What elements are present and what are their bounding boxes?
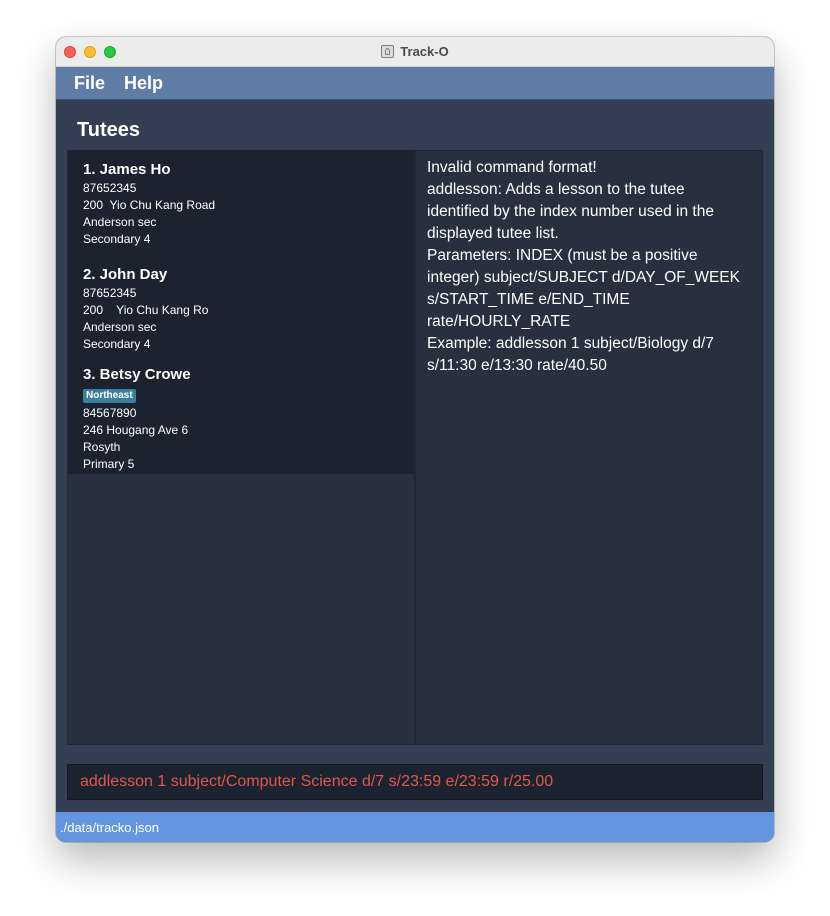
tutee-name: 2. John Day bbox=[83, 266, 168, 283]
window-title: Track-O bbox=[400, 44, 449, 59]
tutee-phone: 87652345 bbox=[83, 181, 137, 195]
tutee-address: 200 Yio Chu Kang Road bbox=[83, 198, 216, 212]
data-file-path: ./data/tracko.json bbox=[60, 820, 159, 835]
status-bar: ./data/tracko.json bbox=[56, 812, 774, 842]
tutee-phone: 84567890 bbox=[83, 406, 137, 420]
menu-help[interactable]: Help bbox=[124, 73, 163, 94]
tutee-address: 200 Yio Chu Kang Ro bbox=[83, 303, 209, 317]
tutees-section-title: Tutees bbox=[77, 119, 140, 141]
tutee-school: Anderson sec bbox=[83, 215, 157, 229]
title-bar[interactable]: Track-O bbox=[56, 37, 774, 67]
menu-file[interactable]: File bbox=[74, 73, 105, 94]
result-display-panel[interactable]: Invalid command format! addlesson: Adds … bbox=[415, 150, 763, 745]
tutee-school: Anderson sec bbox=[83, 320, 157, 334]
tutee-name: 3. Betsy Crowe bbox=[83, 366, 191, 383]
tutee-level: Secondary 4 bbox=[83, 232, 151, 246]
app-icon bbox=[381, 45, 395, 58]
window-title-group: Track-O bbox=[56, 37, 774, 66]
tutee-name: 1. James Ho bbox=[83, 161, 171, 178]
tutee-card[interactable]: 3. Betsy Crowe Northeast 84567890 246 Ho… bbox=[68, 356, 414, 474]
app-window: Track-O File Help Tutees 1. James Ho 876… bbox=[56, 37, 774, 842]
tutee-phone: 87652345 bbox=[83, 286, 137, 300]
command-input[interactable]: addlesson 1 subject/Computer Science d/7… bbox=[80, 773, 553, 791]
tutee-level: Primary 5 bbox=[83, 457, 135, 471]
tutee-address: 246 Hougang Ave 6 bbox=[83, 423, 189, 437]
command-input-box[interactable]: addlesson 1 subject/Computer Science d/7… bbox=[67, 764, 763, 800]
tutee-card[interactable]: 1. James Ho 87652345 200 Yio Chu Kang Ro… bbox=[68, 151, 414, 256]
menu-bar: File Help bbox=[56, 67, 774, 100]
tutee-school: Rosyth bbox=[83, 440, 121, 454]
tutee-level: Secondary 4 bbox=[83, 337, 151, 351]
tutee-list-panel[interactable]: 1. James Ho 87652345 200 Yio Chu Kang Ro… bbox=[67, 150, 415, 745]
tutee-location-tag: Northeast bbox=[83, 389, 136, 403]
result-message: Invalid command format! addlesson: Adds … bbox=[427, 159, 740, 374]
tutee-card[interactable]: 2. John Day 87652345 200 Yio Chu Kang Ro… bbox=[68, 256, 414, 356]
